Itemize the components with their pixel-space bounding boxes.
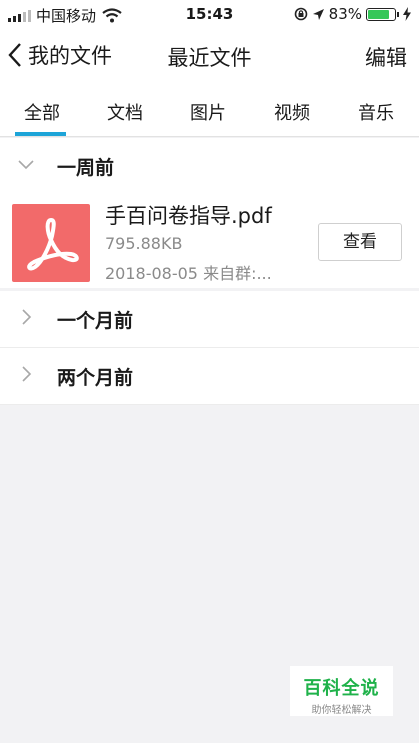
battery-fill <box>368 9 389 19</box>
chevron-left-icon <box>8 43 21 67</box>
file-meta: 2018-08-05 来自群:... <box>105 264 272 283</box>
status-right: 83% <box>294 5 411 23</box>
tab-all[interactable]: 全部 <box>0 99 84 125</box>
group-label: 两个月前 <box>57 367 134 389</box>
view-button[interactable]: 查看 <box>318 223 402 261</box>
file-size: 795.88KB <box>105 234 183 253</box>
watermark-subtitle: 助你轻松解决 <box>311 705 372 716</box>
group-header-month[interactable]: 一个月前 <box>0 291 419 348</box>
tab-selected-indicator <box>15 132 66 136</box>
tab-documents[interactable]: 文档 <box>83 99 167 125</box>
nav-bar: 我的文件 最近文件 编辑 <box>0 28 419 84</box>
group-header-week[interactable]: 一周前 <box>0 138 419 195</box>
watermark-title: 百科全说 <box>303 678 380 699</box>
battery-tip <box>397 11 399 17</box>
chevron-down-icon <box>18 160 34 170</box>
tab-bar: 全部 文档 图片 视频 音乐 <box>0 84 419 137</box>
charging-icon <box>403 7 411 21</box>
location-icon <box>312 8 324 20</box>
rotation-lock-icon <box>294 7 307 21</box>
back-label: 我的文件 <box>28 44 112 68</box>
battery-icon <box>366 7 396 21</box>
group-label: 一周前 <box>57 157 115 179</box>
group-label: 一个月前 <box>57 310 134 332</box>
tab-images[interactable]: 图片 <box>166 99 250 125</box>
back-button[interactable]: 我的文件 <box>8 40 112 70</box>
battery-percent: 83% <box>328 5 362 23</box>
pdf-icon <box>12 204 90 282</box>
tab-videos[interactable]: 视频 <box>250 99 334 125</box>
chevron-right-icon <box>22 309 32 325</box>
watermark-logo: 百科全说 助你轻松解决 <box>290 666 393 716</box>
tab-music[interactable]: 音乐 <box>334 99 418 125</box>
group-header-two-months[interactable]: 两个月前 <box>0 348 419 405</box>
status-bar: 中国移动 15:43 83% <box>0 0 419 28</box>
file-row[interactable]: 手百问卷指导.pdf 795.88KB 2018-08-05 来自群:... 查… <box>0 194 419 288</box>
edit-button[interactable]: 编辑 <box>365 42 407 72</box>
file-name: 手百问卷指导.pdf <box>105 204 272 228</box>
chevron-right-icon <box>22 366 32 382</box>
